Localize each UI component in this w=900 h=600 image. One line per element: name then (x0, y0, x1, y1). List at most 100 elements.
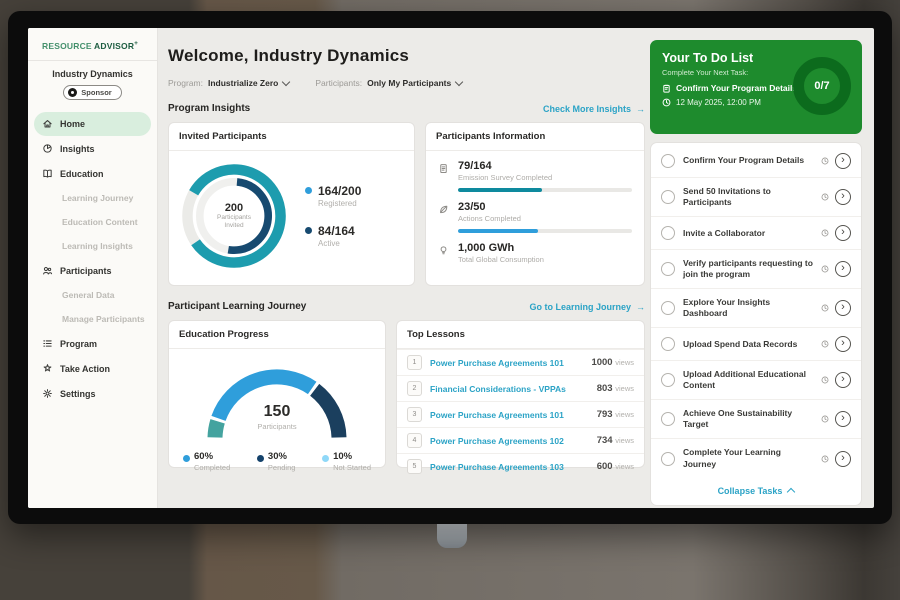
sidebar-item-manage-participants[interactable]: Manage Participants (34, 308, 151, 331)
task-open-button[interactable]: › (835, 372, 851, 388)
legend-item-pending: 30% Pending (257, 451, 296, 472)
list-icon (42, 338, 53, 349)
lesson-views-label: views (615, 410, 634, 419)
lesson-row: 1 Power Purchase Agreements 101 1000 vie… (397, 349, 644, 375)
sidebar-item-label: General Data (62, 290, 114, 300)
gauge-center-label: Participants (169, 422, 385, 431)
lightbulb-icon (438, 245, 449, 256)
stat-actions-completed: 23/50 Actions Completed (438, 201, 632, 233)
sidebar-item-education-content[interactable]: Education Content (34, 211, 151, 234)
invited-participants-card: Invited Participants 200 Partic (168, 122, 415, 286)
sidebar-item-learning-insights[interactable]: Learning Insights (34, 235, 151, 258)
survey-icon (438, 163, 449, 174)
task-label: Confirm Your Program Details (683, 155, 816, 166)
task-checkbox[interactable] (661, 226, 675, 240)
lesson-views-count: 793 (597, 409, 613, 420)
stat-emission-survey: 79/164 Emission Survey Completed (438, 160, 632, 192)
learning-journey-header: Participant Learning Journey Go to Learn… (168, 301, 645, 312)
stat-total-consumption: 1,000 GWh Total Global Consumption (438, 242, 632, 264)
go-to-learning-journey-link[interactable]: Go to Learning Journey → (529, 302, 645, 312)
donut-center: 200 Participants Invited (177, 159, 291, 273)
program-filter[interactable]: Program: Industrialize Zero (168, 78, 289, 88)
gauge-legend: 60% Completed 30% Pending 10% Not Starte… (169, 447, 385, 472)
sidebar-item-label: Insights (60, 144, 95, 154)
task-checkbox[interactable] (661, 190, 675, 204)
clock-icon (662, 98, 671, 107)
check-more-insights-link[interactable]: Check More Insights → (543, 104, 645, 114)
lesson-link[interactable]: Power Purchase Agreements 103 (430, 462, 597, 472)
sidebar-item-label: Learning Journey (62, 193, 133, 203)
org-name: Industry Dynamics (28, 69, 157, 79)
lesson-link[interactable]: Power Purchase Agreements 102 (430, 436, 597, 446)
task-checkbox[interactable] (661, 301, 675, 315)
participants-filter[interactable]: Participants: Only My Participants (315, 78, 462, 88)
stat-label: Emission Survey Completed (458, 173, 632, 182)
sidebar-item-label: Education Content (62, 217, 138, 227)
sidebar-item-home[interactable]: Home (34, 112, 151, 136)
collapse-tasks-link[interactable]: Collapse Tasks (651, 478, 861, 503)
task-row[interactable]: Confirm Your Program Details › (651, 145, 861, 177)
task-open-button[interactable]: › (835, 153, 851, 169)
sponsor-badge-label: Sponsor (81, 88, 111, 97)
task-checkbox[interactable] (661, 154, 675, 168)
task-open-button[interactable]: › (835, 300, 851, 316)
lesson-row: 4 Power Purchase Agreements 102 734 view… (397, 427, 644, 453)
gauge-center-value: 150 (169, 403, 385, 421)
sidebar-item-learning-journey[interactable]: Learning Journey (34, 187, 151, 210)
task-label: Send 50 Invitations to Participants (683, 186, 816, 208)
task-row[interactable]: Complete Your Learning Journey › (651, 438, 861, 477)
lesson-link[interactable]: Power Purchase Agreements 101 (430, 410, 597, 420)
task-row[interactable]: Upload Spend Data Records › (651, 327, 861, 360)
clock-icon (821, 157, 829, 165)
clock-icon (821, 455, 829, 463)
task-checkbox[interactable] (661, 373, 675, 387)
lesson-link[interactable]: Power Purchase Agreements 101 (430, 358, 591, 368)
resource-advisor-logo: RESOURCE ADVISOR+ (28, 28, 157, 51)
task-open-button[interactable]: › (835, 336, 851, 352)
task-row[interactable]: Verify participants requesting to join t… (651, 249, 861, 288)
program-filter-value: Industrialize Zero (208, 78, 278, 88)
sidebar-item-insights[interactable]: Insights (34, 137, 151, 161)
sidebar-item-settings[interactable]: Settings (34, 382, 151, 406)
task-open-button[interactable]: › (835, 451, 851, 467)
sidebar-item-program[interactable]: Program (34, 332, 151, 356)
sidebar-item-take-action[interactable]: Take Action (34, 357, 151, 381)
task-checkbox[interactable] (661, 412, 675, 426)
lesson-link[interactable]: Financial Considerations - VPPAs (430, 384, 597, 394)
filters-row: Program: Industrialize Zero Participants… (168, 78, 645, 88)
participants-information-body: 79/164 Emission Survey Completed 23/50 A… (426, 151, 644, 282)
sidebar-item-education[interactable]: Education (34, 162, 151, 186)
gauge-center: 150 Participants (169, 403, 385, 431)
legend-item-registered: 164/200 Registered (305, 184, 361, 208)
arrow-right-icon: → (636, 104, 645, 114)
task-open-button[interactable]: › (835, 225, 851, 241)
task-checkbox[interactable] (661, 452, 675, 466)
learning-journey-heading: Participant Learning Journey (168, 301, 306, 312)
dashboard-screen: RESOURCE ADVISOR+ Industry Dynamics Spon… (28, 28, 874, 508)
sidebar-item-participants[interactable]: Participants (34, 259, 151, 283)
task-row[interactable]: Upload Additional Educational Content › (651, 360, 861, 399)
task-row[interactable]: Explore Your Insights Dashboard › (651, 288, 861, 327)
task-row[interactable]: Send 50 Invitations to Participants › (651, 177, 861, 216)
sponsor-badge-icon (68, 88, 77, 97)
sidebar-item-general-data[interactable]: General Data (34, 284, 151, 307)
card-title: Invited Participants (169, 123, 414, 151)
chevron-up-icon (787, 488, 795, 496)
legend-label: Not Started (333, 463, 371, 472)
sidebar-item-label: Education (60, 169, 104, 179)
task-label: Verify participants requesting to join t… (683, 258, 816, 280)
task-row[interactable]: Achieve One Sustainability Target › (651, 399, 861, 438)
lesson-rank: 1 (407, 355, 422, 370)
task-checkbox[interactable] (661, 262, 675, 276)
task-open-button[interactable]: › (835, 411, 851, 427)
task-label: Upload Additional Educational Content (683, 369, 816, 391)
task-row[interactable]: Invite a Collaborator › (651, 216, 861, 249)
legend-label: Completed (194, 463, 230, 472)
card-title: Participants Information (426, 123, 644, 151)
task-open-button[interactable]: › (835, 261, 851, 277)
clock-icon (821, 304, 829, 312)
task-open-button[interactable]: › (835, 189, 851, 205)
gear-icon (42, 388, 53, 399)
sponsor-badge[interactable]: Sponsor (63, 85, 121, 100)
task-checkbox[interactable] (661, 337, 675, 351)
